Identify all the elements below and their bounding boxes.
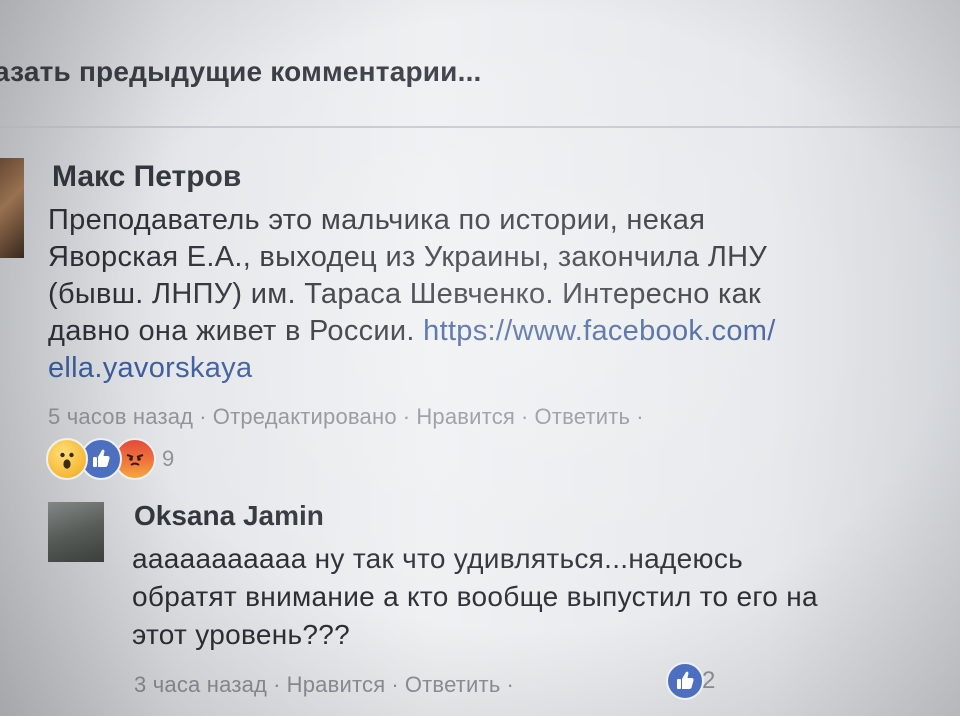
show-previous-comments-link[interactable]: азать предыдущие комментарии... bbox=[0, 56, 482, 88]
separator: · bbox=[199, 404, 207, 429]
comment-line-with-link: давно она живет в России. https://www.fa… bbox=[48, 313, 776, 350]
reply-button[interactable]: Ответить bbox=[405, 672, 501, 697]
comment-author[interactable]: Oksana Jamin bbox=[134, 500, 324, 532]
comment-author[interactable]: Макс Петров bbox=[52, 160, 241, 194]
comment-timestamp[interactable]: 5 часов назад bbox=[48, 404, 193, 429]
comment-line: давно она живет в России. bbox=[48, 315, 415, 347]
comment-line: этот уровень??? bbox=[132, 619, 350, 650]
comment-line: Яворская Е.А., выходец из Украины, закон… bbox=[48, 241, 768, 273]
wow-icon bbox=[46, 438, 88, 480]
reaction-count[interactable]: 9 bbox=[162, 446, 174, 472]
profile-link-continued[interactable]: ella.yavorskaya bbox=[48, 352, 252, 384]
divider bbox=[0, 126, 960, 128]
avatar[interactable] bbox=[0, 158, 24, 258]
reply-button[interactable]: Ответить bbox=[535, 404, 631, 429]
separator: · bbox=[636, 404, 644, 429]
comment-meta: 5 часов назад · Отредактировано · Нравится · О… bbox=[48, 404, 650, 430]
comment-timestamp[interactable]: 3 часа назад bbox=[134, 672, 267, 697]
reactions-summary[interactable]: 9 bbox=[46, 438, 174, 480]
like-icon bbox=[666, 662, 704, 700]
separator: · bbox=[391, 672, 399, 697]
like-button[interactable]: Нравится bbox=[416, 404, 515, 429]
reactions-summary[interactable]: 2 bbox=[666, 662, 715, 700]
comment-meta: 3 часа назад · Нравится · Ответить · bbox=[134, 672, 520, 698]
comment-text: Преподаватель это мальчика по истории, н… bbox=[48, 202, 776, 387]
comment-line: (бывш. ЛНПУ) им. Тараса Шевченко. Интере… bbox=[48, 278, 762, 310]
separator: · bbox=[402, 404, 411, 429]
edited-label[interactable]: Отредактировано bbox=[213, 404, 397, 429]
profile-link[interactable]: https://www.facebook.com/ bbox=[423, 315, 775, 347]
comment-text: ааааааааааа ну так что удивляться...наде… bbox=[132, 540, 818, 654]
comment-line: обратят внимание а кто вообще выпустил т… bbox=[132, 581, 818, 612]
reaction-count[interactable]: 2 bbox=[702, 667, 715, 695]
comment-line: ааааааааааа ну так что удивляться...наде… bbox=[132, 543, 744, 574]
avatar[interactable] bbox=[48, 502, 104, 562]
comment-line: Преподаватель это мальчика по истории, н… bbox=[48, 204, 706, 236]
separator: · bbox=[273, 672, 281, 697]
like-button[interactable]: Нравится bbox=[287, 672, 386, 697]
separator: · bbox=[521, 404, 529, 429]
separator: · bbox=[506, 672, 515, 697]
